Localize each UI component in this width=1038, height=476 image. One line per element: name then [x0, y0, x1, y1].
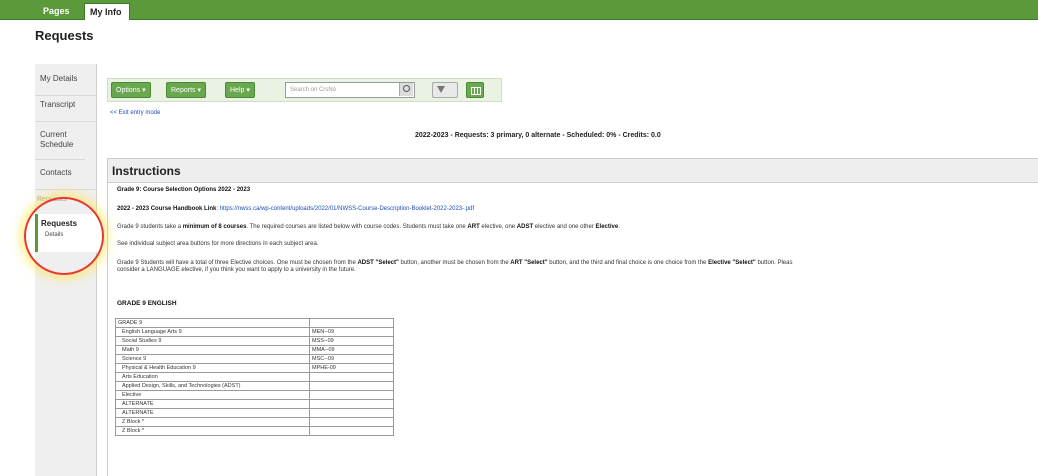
grade9-english-heading-text: GRADE 9 ENGLISH [117, 300, 177, 307]
table-row: English Language Arts 9 MEN--09 [115, 327, 394, 337]
table-header-row: GRADE 9 [115, 318, 394, 328]
handbook-label: 2022 - 2023 Course Handbook Link [117, 206, 217, 212]
course-code-cell: MMA--09 [309, 345, 394, 355]
p1-bold-elective: Elective [595, 224, 619, 230]
table-row: Science 9 MSC--09 [115, 354, 394, 364]
table-row: Social Studies 9 MSS--09 [115, 336, 394, 346]
course-code-cell [309, 426, 394, 436]
course-code-cell [309, 390, 394, 400]
course-code-cell [309, 372, 394, 382]
grid-view-icon[interactable] [466, 82, 484, 98]
table-row: ALTERNATE [115, 408, 394, 418]
course-code-cell: MEN--09 [309, 327, 394, 337]
p3-text-d: button. Pleas [755, 260, 793, 266]
course-code-cell: MSS--09 [309, 336, 394, 346]
options-button[interactable]: Options ▾ [111, 82, 151, 98]
sidebar-item-my-details[interactable]: My Details [35, 74, 97, 96]
course-name-cell: Z Block * [115, 426, 310, 436]
sidebar-item-contacts[interactable]: Contacts [35, 168, 97, 190]
course-name-cell: Z Block * [115, 417, 310, 427]
course-code-cell [309, 417, 394, 427]
highlight-circle-annotation [24, 197, 104, 275]
handbook-link[interactable]: https://nwss.ca/wp-content/uploads/2022/… [220, 206, 474, 212]
p1-bold-min-courses: minimum of 8 courses [182, 224, 247, 230]
handbook-line: 2022 - 2023 Course Handbook Link: https:… [117, 206, 475, 212]
instructions-title-text: Grade 9: Course Selection Options 2022 -… [117, 187, 251, 193]
p1-text-a: Grade 9 students take a [117, 224, 183, 230]
instructions-paragraph-1: Grade 9 students take a minimum of 8 cou… [117, 224, 620, 230]
instructions-title: Grade 9: Course Selection Options 2022 -… [117, 187, 250, 193]
table-row: Applied Design, Skills, and Technologies… [115, 381, 394, 391]
course-table: GRADE 9 English Language Arts 9 MEN--09 S… [115, 318, 394, 436]
course-code-cell [309, 408, 394, 418]
p3-text-c: button, and the third and final choice i… [547, 260, 709, 266]
table-row: Physical & Health Education 9 MPHE-09 [115, 363, 394, 373]
requests-summary: 2022-2023 - Requests: 3 primary, 0 alter… [415, 132, 661, 139]
tab-pages[interactable]: Pages [35, 3, 78, 20]
table-row: ALTERNATE [115, 399, 394, 409]
p1-text-d: elective and one other [533, 224, 596, 230]
filter-icon[interactable] [432, 82, 458, 98]
course-name-cell: Arts Education [115, 372, 310, 382]
table-row: Elective [115, 390, 394, 400]
p1-bold-art: ART [467, 224, 480, 230]
table-row: Arts Education [115, 372, 394, 382]
search-input[interactable]: Search on CrsNo [285, 82, 415, 98]
p1-text-b: . The required courses are listed below … [246, 224, 468, 230]
p3-bold-art: ART "Select" [510, 260, 548, 266]
course-name-cell: ALTERNATE [115, 408, 310, 418]
instructions-heading: Instructions [112, 164, 181, 178]
top-nav-bar: Pages My Info [0, 0, 1038, 20]
p3-text-a: Grade 9 Students will have a total of th… [117, 260, 358, 266]
course-code-cell: MPHE-09 [309, 363, 394, 373]
p1-text-e: . [618, 224, 620, 230]
table-header-code-cell [309, 318, 394, 328]
course-name-cell: Physical & Health Education 9 [115, 363, 310, 373]
p1-bold-adst: ADST [516, 224, 534, 230]
course-code-cell: MSC--09 [309, 354, 394, 364]
table-row: Z Block * [115, 426, 394, 436]
instructions-paragraph-3-line-2: consider a LANGUAGE elective, if you thi… [117, 267, 356, 273]
exit-entry-mode-link[interactable]: << Exit entry mode [110, 110, 160, 116]
instructions-paragraph-2: See individual subject area buttons for … [117, 241, 319, 247]
course-name-cell: Elective [115, 390, 310, 400]
sidebar-item-current-schedule[interactable]: Current Schedule [35, 130, 85, 160]
course-name-cell: English Language Arts 9 [115, 327, 310, 337]
table-row: Z Block * [115, 417, 394, 427]
sidebar-item-transcript[interactable]: Transcript [35, 100, 97, 122]
p3-bold-elective: Elective "Select" [708, 260, 756, 266]
page-title: Requests [35, 28, 94, 43]
instructions-paragraph-3: Grade 9 Students will have a total of th… [117, 260, 792, 266]
p3-bold-adst: ADST "Select" [357, 260, 399, 266]
p3-text-b: button, another must be chosen from the [398, 260, 511, 266]
course-code-cell [309, 381, 394, 391]
course-name-cell: Science 9 [115, 354, 310, 364]
tab-my-info[interactable]: My Info [84, 3, 130, 20]
course-name-cell: Social Studies 9 [115, 336, 310, 346]
course-name-cell: Applied Design, Skills, and Technologies… [115, 381, 310, 391]
course-code-cell [309, 399, 394, 409]
table-row: Math 9 MMA--09 [115, 345, 394, 355]
search-icon[interactable] [399, 83, 413, 96]
grade9-english-heading: GRADE 9 ENGLISH [117, 300, 177, 307]
table-header-cell: GRADE 9 [115, 318, 310, 328]
reports-button[interactable]: Reports ▾ [166, 82, 206, 98]
course-name-cell: ALTERNATE [115, 399, 310, 409]
p1-text-c: elective, one [479, 224, 517, 230]
instructions-header: Instructions [108, 159, 1038, 183]
course-name-cell: Math 9 [115, 345, 310, 355]
help-button[interactable]: Help ▾ [225, 82, 255, 98]
